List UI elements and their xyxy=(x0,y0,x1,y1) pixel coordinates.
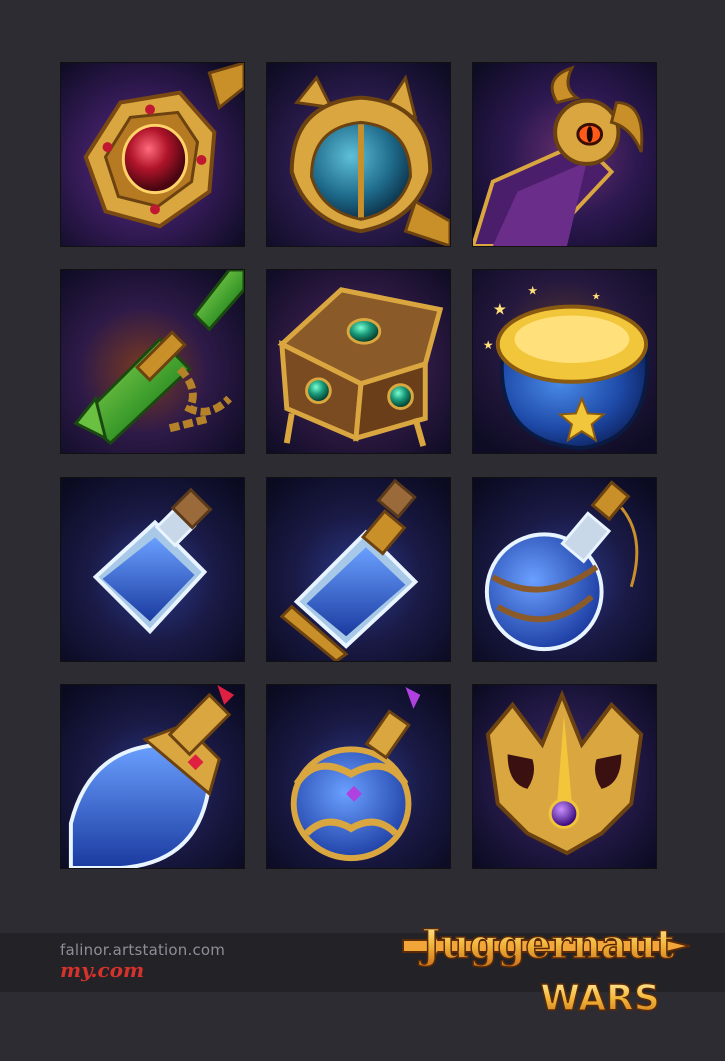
horned-staff-icon xyxy=(473,63,656,246)
item-tile-emerald-flail xyxy=(60,269,245,454)
emerald-flail-icon xyxy=(61,270,244,453)
large-mana-flask-icon xyxy=(61,685,244,868)
item-tile-scarab-helmet xyxy=(266,62,451,247)
item-tile-gem-chest xyxy=(266,269,451,454)
svg-text:★: ★ xyxy=(493,300,507,319)
game-logo: Juggernaut WARS xyxy=(398,910,698,1020)
sword-logo-icon: Juggernaut WARS xyxy=(402,920,691,1020)
item-tile-round-mana-potion xyxy=(472,477,657,662)
item-tile-medium-mana-potion xyxy=(266,477,451,662)
round-mana-potion-icon xyxy=(473,478,656,661)
item-tile-horned-staff xyxy=(472,62,657,247)
logo-line2: WARS xyxy=(540,978,660,1019)
gem-chest-icon xyxy=(267,270,450,453)
logo-line1: Juggernaut xyxy=(418,921,675,968)
svg-text:★: ★ xyxy=(483,338,494,352)
svg-text:★: ★ xyxy=(592,292,601,303)
ornate-mana-vase-icon xyxy=(267,685,450,868)
item-tile-small-mana-potion xyxy=(60,477,245,662)
medium-mana-potion-icon xyxy=(267,478,450,661)
item-tile-ruby-amulet xyxy=(60,62,245,247)
svg-text:★: ★ xyxy=(527,284,538,298)
item-tile-golden-crown-crest xyxy=(472,684,657,869)
star-coin-pouch-icon: ★ ★ ★ ★ xyxy=(473,270,656,453)
small-mana-potion-icon xyxy=(61,478,244,661)
ruby-amulet-icon xyxy=(61,63,244,246)
item-tile-ornate-mana-vase xyxy=(266,684,451,869)
item-tile-star-coin-pouch: ★ ★ ★ ★ xyxy=(472,269,657,454)
golden-crown-crest-icon xyxy=(473,685,656,868)
artist-credit: falinor.artstation.com xyxy=(60,941,226,959)
publisher-brand: my.com xyxy=(60,958,145,982)
scarab-helmet-icon xyxy=(267,63,450,246)
item-tile-large-mana-flask xyxy=(60,684,245,869)
